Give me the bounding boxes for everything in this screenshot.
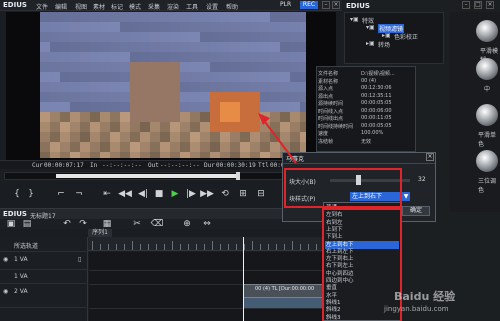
watermark-url: jingyan.baidu.com [384,305,449,313]
annotation-arrow [258,113,297,164]
watermark-logo: Baidu 经验 [394,290,456,303]
